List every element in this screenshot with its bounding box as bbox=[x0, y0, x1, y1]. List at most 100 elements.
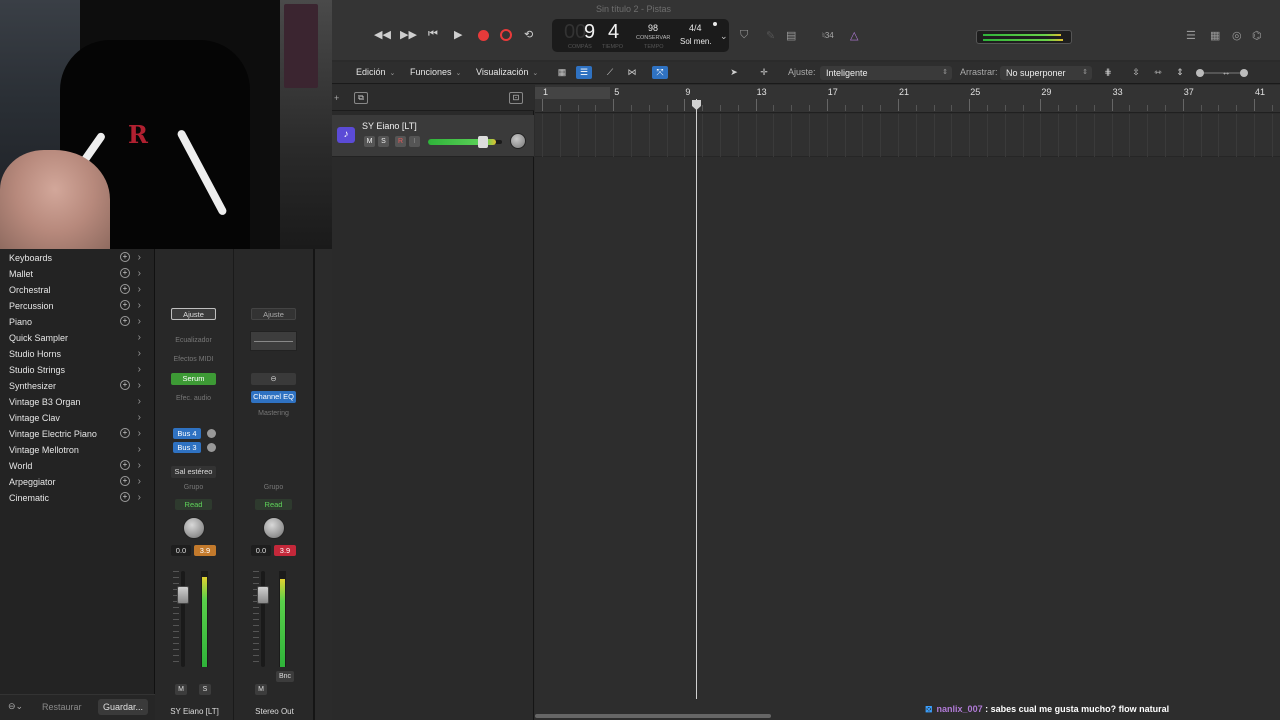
bounce-button[interactable]: Bnc bbox=[276, 671, 294, 682]
add-circle-icon[interactable]: + bbox=[120, 284, 130, 294]
add-circle-icon[interactable]: + bbox=[120, 492, 130, 502]
h-zoom-arrows-icon[interactable]: ↔ bbox=[1218, 66, 1234, 79]
lcd-signature[interactable]: 4/4 bbox=[689, 23, 702, 33]
snap-select[interactable]: Inteligente ⇕ bbox=[820, 66, 952, 80]
mute-button[interactable]: M bbox=[175, 684, 187, 695]
solo-button[interactable]: S bbox=[199, 684, 211, 695]
library-item[interactable]: Quick Sampler › bbox=[0, 330, 155, 346]
volume-fader-cap[interactable] bbox=[177, 586, 189, 604]
library-item[interactable]: Vintage B3 Organ › bbox=[0, 394, 155, 410]
chevron-right-icon[interactable]: › bbox=[138, 410, 141, 426]
automation-icon[interactable]: ⟋ bbox=[602, 66, 618, 79]
menu-view[interactable]: Visualización ⌄ bbox=[476, 67, 538, 77]
library-item[interactable]: Studio Horns › bbox=[0, 346, 155, 362]
add-circle-icon[interactable]: + bbox=[120, 476, 130, 486]
track-row[interactable]: ♪ SY Eiano [LT] M S R I bbox=[332, 115, 534, 157]
mute-button[interactable]: M bbox=[255, 684, 267, 695]
score-icon[interactable]: ▤ bbox=[786, 29, 796, 42]
drag-select[interactable]: No superponer ⇕ bbox=[1000, 66, 1092, 80]
group-slot[interactable]: Grupo bbox=[165, 484, 222, 491]
peak-readout[interactable]: 3.9 bbox=[194, 545, 216, 556]
pan-knob[interactable] bbox=[183, 517, 205, 539]
chevron-right-icon[interactable]: › bbox=[138, 490, 141, 506]
flex-icon[interactable]: ⋈ bbox=[624, 66, 640, 79]
restore-button[interactable]: Restaurar bbox=[42, 702, 82, 712]
zoom-slider-knob[interactable] bbox=[1196, 69, 1204, 77]
add-circle-icon[interactable]: + bbox=[120, 428, 130, 438]
chevron-right-icon[interactable]: › bbox=[138, 362, 141, 378]
chevron-right-icon[interactable]: › bbox=[138, 346, 141, 362]
group-slot[interactable]: Grupo bbox=[245, 484, 302, 491]
go-to-start-icon[interactable]: ⏮ bbox=[428, 28, 438, 41]
link-icon[interactable]: ⊖ bbox=[251, 373, 296, 385]
lcd-key[interactable]: Sol men. bbox=[680, 37, 712, 46]
chevron-right-icon[interactable]: › bbox=[138, 378, 141, 394]
add-circle-icon[interactable]: + bbox=[120, 268, 130, 278]
track-record-button[interactable]: R bbox=[395, 136, 406, 147]
notepad-icon[interactable]: ▦ bbox=[1210, 29, 1220, 42]
library-item[interactable]: Synthesizer + › bbox=[0, 378, 155, 394]
add-circle-icon[interactable]: + bbox=[120, 316, 130, 326]
mastering-slot[interactable]: Mastering bbox=[245, 410, 302, 417]
pan-knob[interactable] bbox=[263, 517, 285, 539]
channel-eq-plugin-slot[interactable]: Channel EQ bbox=[251, 391, 296, 403]
strip-name[interactable]: SY Eiano [LT] bbox=[155, 707, 234, 716]
metronome-icon[interactable]: △ bbox=[850, 29, 858, 42]
track-solo-button[interactable]: S bbox=[378, 136, 389, 147]
global-tracks-icon[interactable]: ⊡ bbox=[509, 92, 523, 104]
eq-thumbnail[interactable] bbox=[250, 331, 297, 351]
peak-readout[interactable]: 3.9 bbox=[274, 545, 296, 556]
library-item[interactable]: Cinematic + › bbox=[0, 490, 155, 506]
send-level-knob[interactable] bbox=[207, 443, 216, 452]
record-icon[interactable] bbox=[478, 30, 489, 41]
add-circle-icon[interactable]: + bbox=[120, 460, 130, 470]
vertical-zoom-icon[interactable]: ⇳ bbox=[1128, 66, 1144, 79]
output-slot[interactable]: Sal estéreo bbox=[171, 466, 216, 478]
play-icon[interactable]: ▶ bbox=[454, 28, 462, 41]
rewind-icon[interactable]: ◀◀ bbox=[374, 28, 391, 41]
chevron-right-icon[interactable]: › bbox=[138, 282, 141, 298]
track-lane[interactable] bbox=[535, 114, 1280, 157]
horizontal-zoom-icon[interactable]: ⇿ bbox=[1150, 66, 1166, 79]
track-name[interactable]: SY Eiano [LT] bbox=[362, 121, 417, 131]
bar-ruler[interactable]: 1 5 9 13 17 21 25 29 33 37 41 bbox=[535, 85, 1280, 113]
menu-functions[interactable]: Funciones ⌄ bbox=[410, 67, 461, 77]
chevron-right-icon[interactable]: › bbox=[138, 442, 141, 458]
send-bus-4[interactable]: Bus 4 bbox=[173, 428, 201, 439]
library-item[interactable]: Mallet + › bbox=[0, 266, 155, 282]
list-view-icon[interactable]: ☰ bbox=[576, 66, 592, 79]
chevron-right-icon[interactable]: › bbox=[138, 474, 141, 490]
add-circle-icon[interactable]: + bbox=[120, 252, 130, 262]
chevron-right-icon[interactable]: › bbox=[138, 266, 141, 282]
menu-edit[interactable]: Edición ⌄ bbox=[356, 67, 395, 77]
shield-icon[interactable]: ⛉ bbox=[740, 29, 748, 42]
library-item[interactable]: Keyboards + › bbox=[0, 250, 155, 266]
track-mute-button[interactable]: M bbox=[364, 136, 375, 147]
send-level-knob[interactable] bbox=[207, 429, 216, 438]
waveform-zoom-icon[interactable]: ⋕ bbox=[1100, 66, 1116, 79]
duplicate-track-icon[interactable]: ⧉ bbox=[354, 92, 368, 104]
catch-icon[interactable]: ⤧ bbox=[652, 66, 668, 79]
list-icon[interactable]: ☰ bbox=[1186, 29, 1196, 42]
library-item[interactable]: Percussion + › bbox=[0, 298, 155, 314]
chevron-right-icon[interactable]: › bbox=[138, 250, 141, 266]
eq-slot[interactable]: Ecualizador bbox=[165, 337, 222, 344]
options-icon[interactable]: ⊖⌄ bbox=[8, 701, 23, 712]
pointer-tool-icon[interactable]: ➤ bbox=[726, 66, 742, 79]
playhead[interactable] bbox=[696, 99, 697, 699]
automation-mode[interactable]: Read bbox=[255, 499, 292, 510]
track-height-icon[interactable]: ⇕ bbox=[1172, 66, 1188, 79]
volume-fader-cap[interactable] bbox=[257, 586, 269, 604]
add-circle-icon[interactable]: + bbox=[120, 300, 130, 310]
horizontal-scrollbar[interactable] bbox=[535, 714, 771, 718]
library-item[interactable]: Vintage Electric Piano + › bbox=[0, 426, 155, 442]
lcd-tempo[interactable]: 98 bbox=[648, 23, 658, 33]
library-item[interactable]: Arpeggiator + › bbox=[0, 474, 155, 490]
library-item[interactable]: Piano + › bbox=[0, 314, 155, 330]
send-bus-3[interactable]: Bus 3 bbox=[173, 442, 201, 453]
chevron-right-icon[interactable]: › bbox=[138, 458, 141, 474]
pencil-icon[interactable]: ✎ bbox=[766, 29, 775, 42]
browser-icon[interactable]: ◎ bbox=[1232, 29, 1242, 42]
audio-fx-slot[interactable]: Efec. audio bbox=[165, 395, 222, 402]
automation-mode[interactable]: Read bbox=[175, 499, 212, 510]
